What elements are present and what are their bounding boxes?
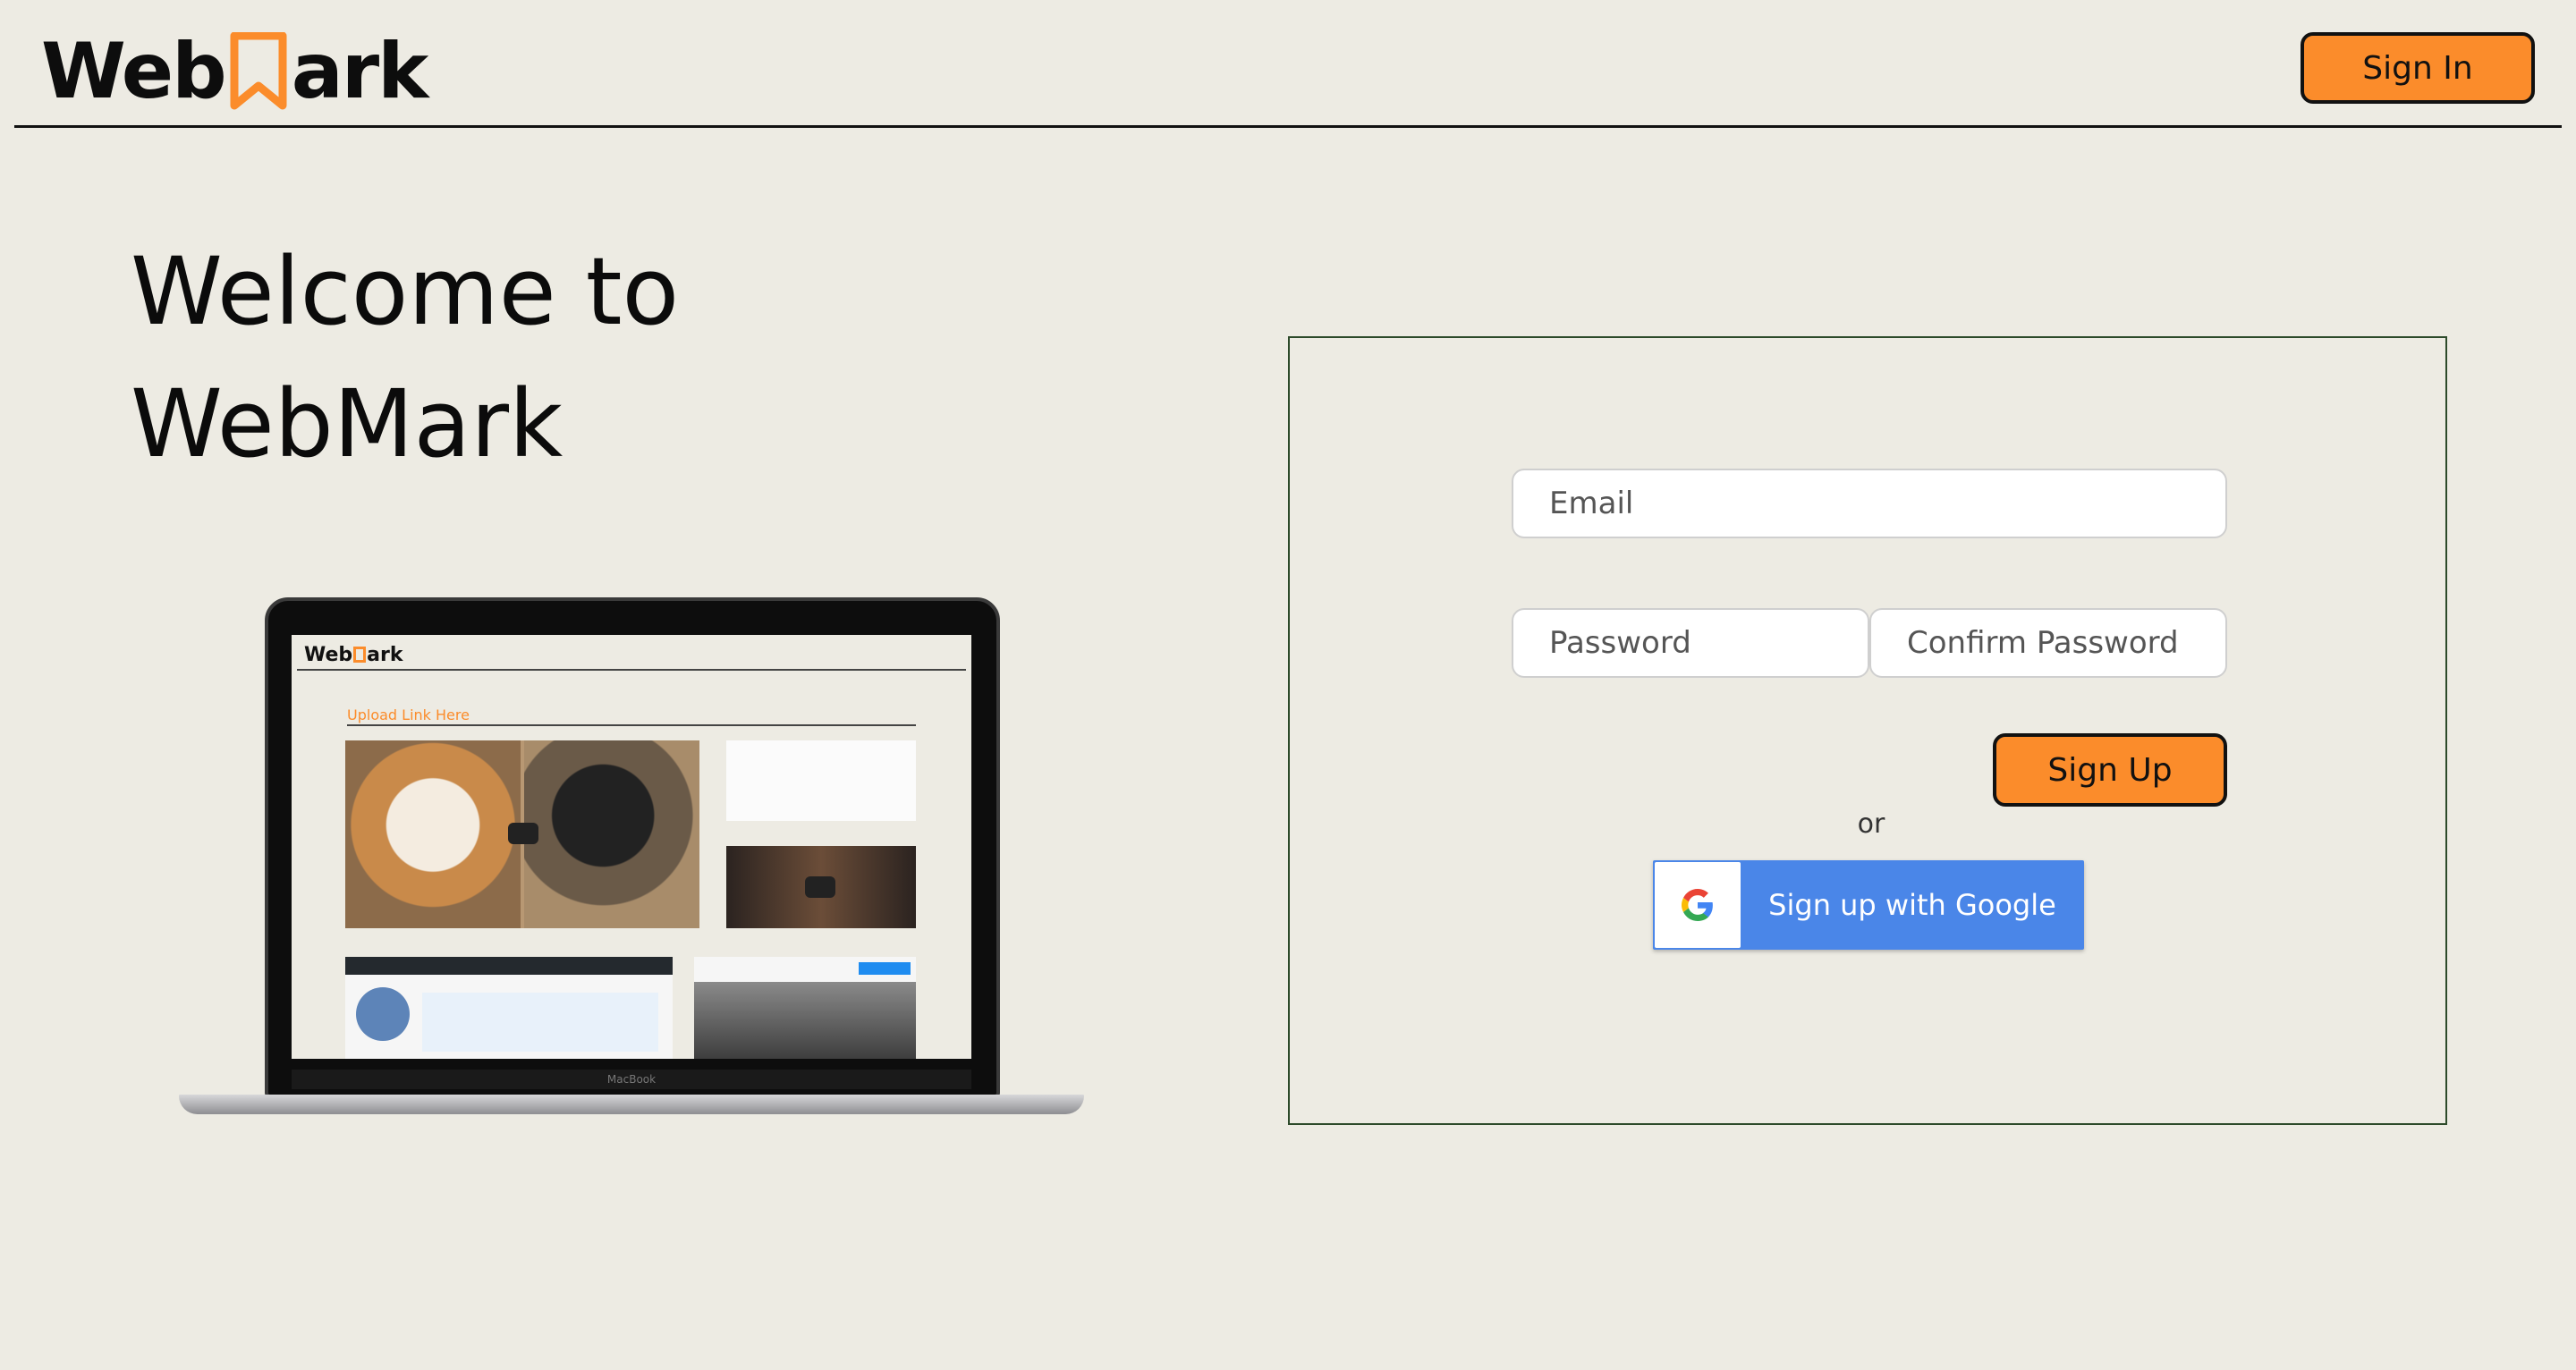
header-divider bbox=[14, 125, 2562, 128]
avatar bbox=[356, 987, 410, 1041]
sign-in-button[interactable]: Sign In bbox=[2301, 32, 2535, 104]
google-icon bbox=[1655, 862, 1741, 948]
puppy-image bbox=[345, 740, 521, 928]
welcome-heading: Welcome to WebMark bbox=[131, 225, 936, 490]
play-icon bbox=[508, 823, 538, 844]
mini-logo: Web ark bbox=[304, 644, 402, 666]
welcome-line-2: WebMark bbox=[131, 369, 564, 478]
laptop-illustration: Web ark Upload Link Here MacBook bbox=[179, 597, 1084, 1118]
github-bar bbox=[345, 957, 673, 975]
instagram-photo bbox=[694, 982, 916, 1059]
github-box bbox=[422, 993, 658, 1052]
mini-upload-divider bbox=[347, 724, 916, 726]
mini-bookmark-icon bbox=[353, 647, 367, 663]
logo-suffix: ark bbox=[291, 27, 429, 116]
bookmark-icon bbox=[229, 31, 288, 111]
signup-card: Sign Up or Sign up with Google bbox=[1288, 336, 2447, 1125]
preview-tile-instagram bbox=[694, 957, 916, 1059]
preview-tile-profile bbox=[726, 740, 916, 821]
webmark-logo[interactable]: Web ark bbox=[41, 27, 429, 116]
preview-tile-video bbox=[726, 846, 916, 928]
google-signup-button[interactable]: Sign up with Google bbox=[1653, 860, 2084, 950]
welcome-line-1: Welcome to bbox=[131, 237, 680, 346]
preview-tile-github bbox=[345, 957, 673, 1059]
email-field[interactable] bbox=[1512, 469, 2227, 538]
laptop-hinge: MacBook bbox=[292, 1070, 971, 1089]
mini-header-divider bbox=[297, 669, 966, 671]
laptop-base bbox=[179, 1095, 1084, 1114]
puppy-image bbox=[524, 740, 699, 928]
laptop-screen: Web ark Upload Link Here bbox=[292, 635, 971, 1059]
play-icon bbox=[805, 876, 835, 898]
preview-tile-puppies bbox=[345, 740, 699, 928]
mini-upload-label: Upload Link Here bbox=[347, 706, 470, 723]
sign-up-button[interactable]: Sign Up bbox=[1993, 733, 2227, 807]
mini-logo-prefix: Web bbox=[304, 644, 353, 666]
password-field[interactable] bbox=[1512, 608, 1869, 678]
confirm-password-field[interactable] bbox=[1869, 608, 2227, 678]
or-separator: or bbox=[1857, 808, 1885, 840]
logo-prefix: Web bbox=[41, 27, 227, 116]
mini-logo-suffix: ark bbox=[367, 644, 403, 666]
page: Web ark Sign In Welcome to WebMark Web ar… bbox=[0, 0, 2576, 1370]
google-signup-label: Sign up with Google bbox=[1768, 888, 2056, 922]
view-profile-badge bbox=[859, 962, 911, 975]
